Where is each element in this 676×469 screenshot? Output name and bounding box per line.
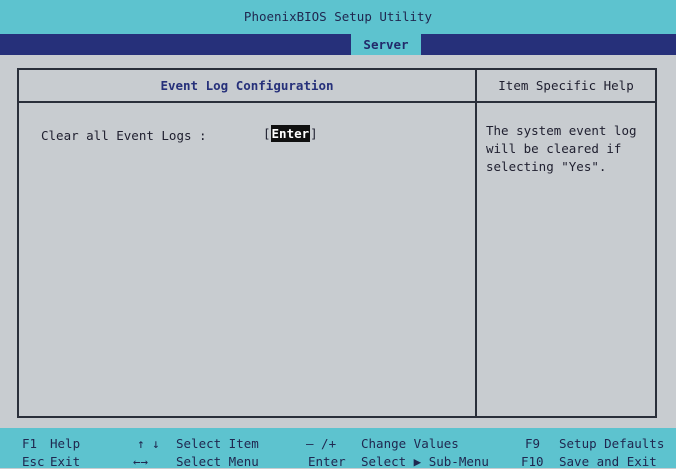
clear-event-logs-value[interactable]: Enter <box>270 125 311 142</box>
menu-bar: Server <box>0 34 676 55</box>
bios-title: PhoenixBIOS Setup Utility <box>243 9 433 24</box>
key-f10-desc: Save and Exit <box>559 454 657 469</box>
key-enter-desc: Select ▶ Sub-Menu <box>361 454 489 469</box>
column-divider <box>475 70 477 416</box>
key-f10: F10 <box>521 454 544 469</box>
tab-server[interactable]: Server <box>351 34 421 55</box>
key-updown-desc: Select Item <box>176 436 259 451</box>
header-divider <box>19 101 655 103</box>
bios-title-bar: PhoenixBIOS Setup Utility <box>0 0 676 34</box>
key-enter: Enter <box>308 454 346 469</box>
key-f9-desc: Setup Defaults <box>559 436 665 451</box>
key-leftright: ←→ <box>133 454 149 469</box>
key-minus-plus: – /+ <box>306 436 337 451</box>
help-text: The system event log will be cleared if … <box>486 123 637 174</box>
key-f1: F1 <box>22 436 38 451</box>
key-f1-desc: Help <box>50 436 81 451</box>
settings-panel: Event Log Configuration Item Specific He… <box>17 68 657 418</box>
panel-title: Event Log Configuration <box>160 78 334 93</box>
clear-event-logs-option[interactable]: [Enter] <box>263 125 318 142</box>
key-updown: ↑ ↓ <box>137 436 160 451</box>
key-help-bar: F1 Help ↑ ↓ Select Item – /+ Change Valu… <box>0 428 676 469</box>
key-minus-plus-desc: Change Values <box>361 436 459 451</box>
key-esc: Esc <box>22 454 45 469</box>
clear-event-logs-label: Clear all Event Logs : <box>41 128 207 143</box>
key-leftright-desc: Select Menu <box>176 454 259 469</box>
key-f9: F9 <box>525 436 541 451</box>
key-esc-desc: Exit <box>50 454 81 469</box>
help-panel-title: Item Specific Help <box>498 78 634 93</box>
